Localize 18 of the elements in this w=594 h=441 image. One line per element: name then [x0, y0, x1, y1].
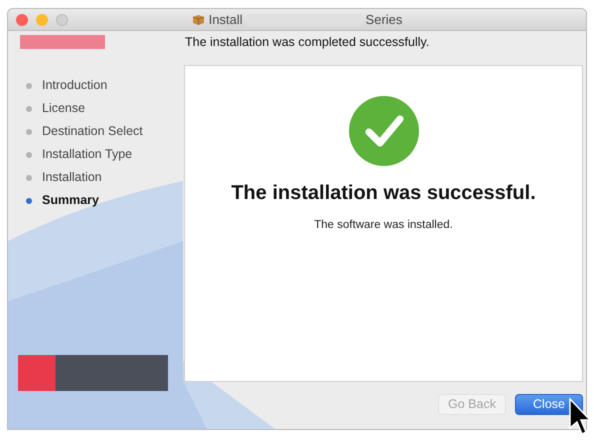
step-label: Installation — [42, 169, 102, 186]
step-label: License — [42, 100, 86, 118]
step-label: Introduction — [42, 77, 108, 94]
mouse-pointer-icon — [569, 398, 591, 436]
close-button[interactable]: Close — [515, 394, 583, 415]
result-title: The installation was successful. — [231, 181, 536, 206]
close-window-button[interactable] — [16, 14, 28, 26]
minimize-window-button[interactable] — [36, 14, 48, 26]
step-label: Destination Select — [42, 123, 143, 140]
checkmark-icon — [348, 96, 418, 166]
header-text: The installation was completed successfully. — [185, 34, 430, 51]
step-label: Installation Type — [42, 146, 132, 164]
window-title: Series — [366, 10, 402, 29]
zoom-window-button[interactable] — [56, 14, 68, 26]
window-title: Install — [208, 10, 243, 29]
result-message: The software was installed. — [314, 218, 453, 233]
package-icon — [192, 14, 205, 26]
step-label: Summary — [42, 192, 99, 210]
